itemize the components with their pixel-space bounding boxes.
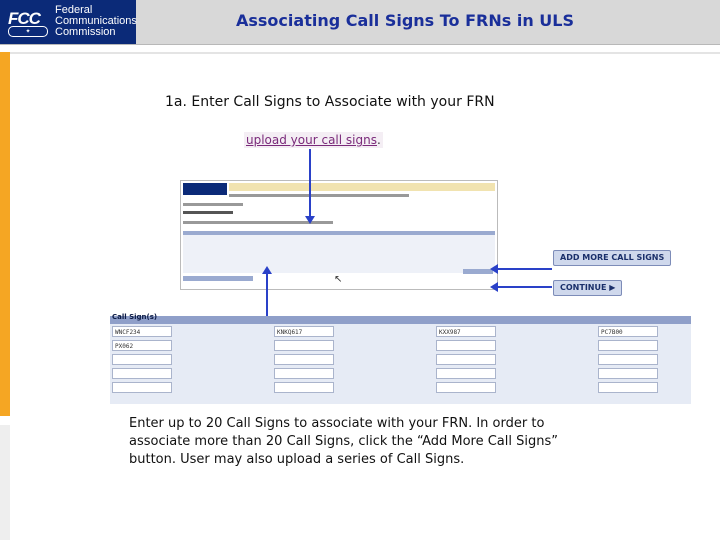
call-sign-input[interactable] xyxy=(436,354,496,365)
arrow-head-down-icon xyxy=(305,216,315,224)
arrow-head-left-icon xyxy=(490,282,498,292)
call-sign-input[interactable]: KXX987 xyxy=(436,326,496,337)
page-title: Associating Call Signs To FRNs in ULS xyxy=(236,11,574,30)
call-sign-input[interactable] xyxy=(112,382,172,393)
call-sign-input[interactable]: PX062 xyxy=(112,340,172,351)
thumbnail-button xyxy=(183,276,253,281)
call-sign-input[interactable] xyxy=(598,340,658,351)
continue-label: CONTINUE xyxy=(560,283,607,292)
fcc-logo: FCC ✦ Federal Communications Commission xyxy=(0,0,137,44)
call-sign-input[interactable] xyxy=(436,368,496,379)
thumbnail-grid xyxy=(183,231,495,273)
upload-suffix: . xyxy=(376,133,381,147)
call-sign-input[interactable] xyxy=(274,340,334,351)
call-sign-input[interactable] xyxy=(112,354,172,365)
logo-name-line: Commission xyxy=(55,26,116,38)
add-more-call-signs-button[interactable]: ADD MORE CALL SIGNS xyxy=(553,250,672,266)
arrow-shaft xyxy=(309,149,311,219)
arrow-head-left-icon xyxy=(490,264,498,274)
thumbnail-banner xyxy=(229,183,495,191)
call-sign-input[interactable] xyxy=(274,354,334,365)
top-divider xyxy=(10,52,720,54)
thumbnail-logo xyxy=(183,183,227,195)
call-sign-grid-header: Call Sign(s) xyxy=(110,313,691,324)
call-sign-input[interactable]: WNCF234 xyxy=(112,326,172,337)
thumbnail-button xyxy=(463,269,493,274)
step-title: 1a. Enter Call Signs to Associate with y… xyxy=(165,94,495,110)
upload-call-signs-link[interactable]: upload your call signs xyxy=(246,133,377,147)
continue-button[interactable]: CONTINUE ▶ xyxy=(553,280,623,296)
mouse-cursor-icon: ↖ xyxy=(334,274,343,285)
logo-seal-icon: ✦ xyxy=(8,26,48,37)
call-sign-input[interactable] xyxy=(112,368,172,379)
call-sign-input[interactable]: PC7B00 xyxy=(598,326,658,337)
call-sign-input[interactable]: KNKQ617 xyxy=(274,326,334,337)
arrow-shaft xyxy=(496,286,552,288)
thumbnail-text xyxy=(183,211,233,214)
left-shadow-bar xyxy=(0,425,10,540)
call-sign-input[interactable] xyxy=(598,368,658,379)
upload-note: upload your call signs. xyxy=(244,132,383,148)
header: FCC ✦ Federal Communications Commission … xyxy=(0,0,720,45)
call-sign-input[interactable] xyxy=(598,382,658,393)
logo-name: Federal Communications Commission xyxy=(55,5,137,38)
left-accent-bar xyxy=(0,52,10,416)
call-sign-input[interactable] xyxy=(598,354,658,365)
call-sign-input[interactable] xyxy=(274,368,334,379)
call-sign-input[interactable] xyxy=(436,340,496,351)
call-sign-input[interactable] xyxy=(436,382,496,393)
arrow-shaft xyxy=(266,272,268,316)
instructions-text: Enter up to 20 Call Signs to associate w… xyxy=(129,416,558,467)
thumbnail-text xyxy=(229,194,409,197)
play-arrow-icon: ▶ xyxy=(609,283,616,292)
arrow-head-up-icon xyxy=(262,266,272,274)
call-sign-input[interactable] xyxy=(274,382,334,393)
thumbnail-text xyxy=(183,203,243,206)
arrow-shaft xyxy=(496,268,552,270)
call-sign-grid: Call Sign(s) WNCF234 KNKQ617 KXX987 PC7B… xyxy=(110,313,691,404)
